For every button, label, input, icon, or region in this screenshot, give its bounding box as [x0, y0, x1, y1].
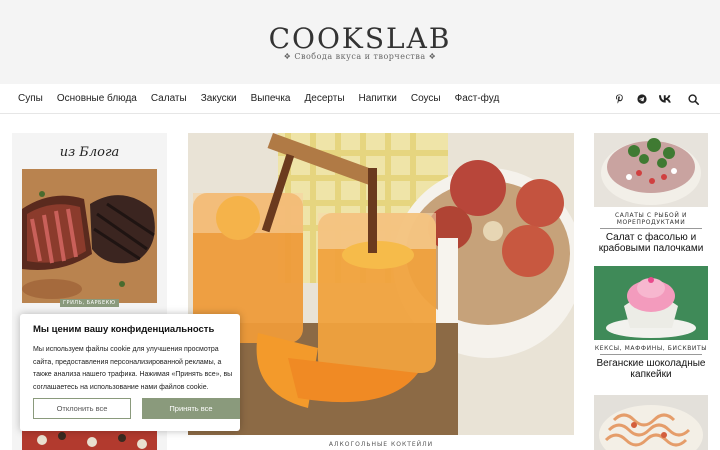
search-icon[interactable]: [686, 92, 700, 106]
nav-item-soups[interactable]: Супы: [18, 93, 43, 104]
recipe-card-category[interactable]: КЕКСЫ, МАФФИНЫ, БИСКВИТЫ: [594, 345, 708, 352]
cookie-text: Мы используем файлы cookie для улучшения…: [33, 346, 233, 391]
nav-item-fast-food[interactable]: Фаст-фуд: [455, 93, 500, 104]
telegram-icon[interactable]: [635, 92, 649, 106]
nav-item-salads[interactable]: Салаты: [151, 93, 187, 104]
vk-icon[interactable]: [658, 92, 672, 106]
recipe-card-image[interactable]: [594, 133, 708, 207]
main-nav: Супы Основные блюда Салаты Закуски Выпеч…: [0, 84, 720, 114]
nav-item-baking[interactable]: Выпечка: [251, 93, 291, 104]
blog-post-category[interactable]: ГРИЛЬ, БАРБЕКЮ: [60, 299, 119, 307]
pinterest-icon[interactable]: [612, 92, 626, 106]
nav-item-appetizers[interactable]: Закуски: [201, 93, 237, 104]
card-divider: [600, 228, 702, 229]
blog-post-image[interactable]: [22, 169, 157, 303]
hero-image[interactable]: [188, 133, 574, 435]
hero-category[interactable]: АЛКОГОЛЬНЫЕ КОКТЕЙЛИ: [188, 441, 574, 448]
accept-all-button[interactable]: Принять все: [142, 398, 240, 419]
reject-all-button[interactable]: Отклонить все: [33, 398, 131, 419]
recipe-card[interactable]: КЕКСЫ, МАФФИНЫ, БИСКВИТЫ Веганские шокол…: [594, 266, 708, 380]
card-divider: [600, 354, 702, 355]
recipe-card-title[interactable]: Веганские шоколадные капкейки: [594, 358, 708, 380]
recipe-card-category[interactable]: САЛАТЫ С РЫБОЙ И МОРЕПРОДУКТАМИ: [594, 212, 708, 226]
recipe-card-title[interactable]: Салат с фасолью и крабовыми палочками: [594, 232, 708, 254]
site-logo[interactable]: COOKSLAB: [0, 22, 720, 55]
site-header: COOKSLAB ❖ Свобода вкуса и творчества ❖: [0, 0, 720, 84]
recipe-card[interactable]: САЛАТЫ С РЫБОЙ И МОРЕПРОДУКТАМИ Салат с …: [594, 133, 708, 254]
blog-section-title: из Блога: [59, 145, 120, 160]
recipe-card-image[interactable]: [594, 266, 708, 340]
nav-item-main-dishes[interactable]: Основные блюда: [57, 93, 137, 104]
blog-post-image-2[interactable]: [22, 430, 157, 450]
cookie-title: Мы ценим вашу конфиденциальность: [33, 324, 215, 335]
site-tagline: ❖ Свобода вкуса и творчества ❖: [283, 52, 437, 61]
recipe-card-image[interactable]: [594, 395, 708, 450]
nav-item-sauces[interactable]: Соусы: [411, 93, 441, 104]
nav-item-desserts[interactable]: Десерты: [305, 93, 345, 104]
nav-item-drinks[interactable]: Напитки: [359, 93, 397, 104]
recipe-card[interactable]: [594, 395, 708, 450]
cookie-consent-dialog: Мы ценим вашу конфиденциальность Мы испо…: [20, 314, 240, 431]
